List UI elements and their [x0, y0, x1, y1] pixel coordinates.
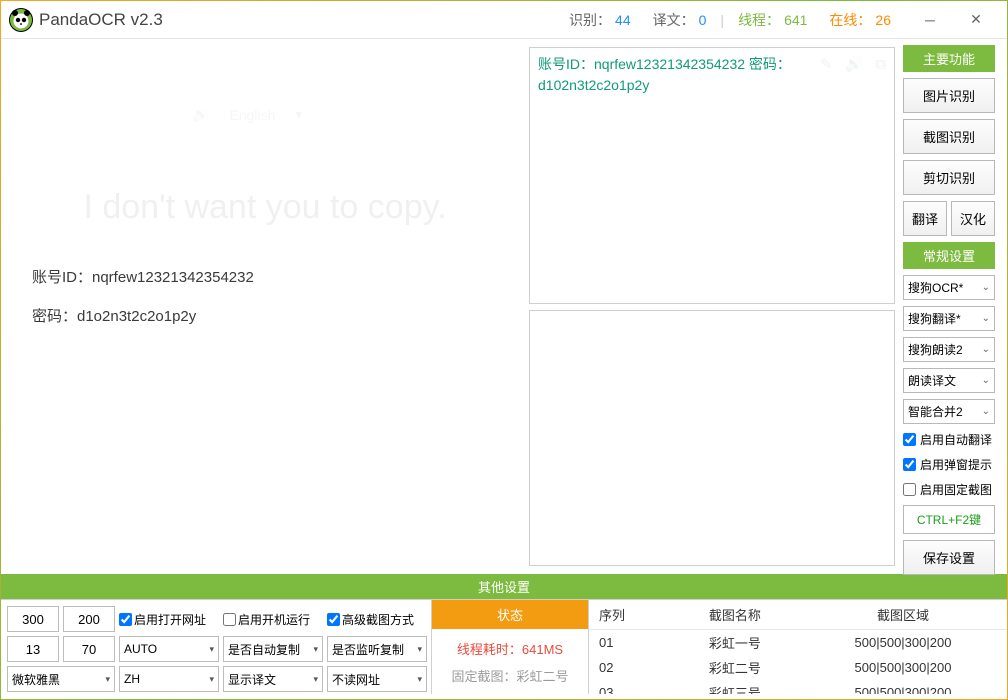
- listen-copy-select[interactable]: 是否监听复制▾: [327, 636, 427, 662]
- auto-copy-select[interactable]: 是否自动复制▾: [223, 636, 323, 662]
- read-url-select[interactable]: 不读网址▾: [327, 666, 427, 692]
- status-fixed-value: 彩虹二号: [517, 669, 569, 684]
- app-title: PandaOCR v2.3: [39, 10, 163, 30]
- fixed-capture-check[interactable]: 启用固定截图: [903, 480, 995, 499]
- chevron-down-icon: ▾: [313, 644, 318, 655]
- title-stats: 识别： 44 译文： 0 | 线程： 641 在线： 26: [569, 10, 891, 30]
- source-line-1: 账号ID：nqrfew12321342354232: [32, 258, 498, 297]
- font-select[interactable]: 微软雅黑▾: [7, 666, 115, 692]
- stat-threads-label: 线程：: [738, 10, 780, 30]
- bottom-header: 其他设置: [1, 574, 1007, 599]
- autorun-check[interactable]: 启用开机运行: [223, 606, 323, 632]
- save-settings-button[interactable]: 保存设置: [903, 540, 995, 575]
- col-area: 截图区域: [799, 600, 1007, 630]
- status-fixed-label: 固定截图：: [451, 669, 516, 684]
- read-mode-select[interactable]: 朗读译文⌄: [903, 368, 995, 393]
- status-time-value: 641MS: [522, 642, 563, 657]
- titlebar: PandaOCR v2.3 识别： 44 译文： 0 | 线程： 641 在线：…: [1, 1, 1007, 39]
- display-mode-select[interactable]: 显示译文▾: [223, 666, 323, 692]
- chevron-down-icon: ▾: [295, 106, 302, 123]
- ui-lang-select[interactable]: ZH▾: [119, 666, 219, 692]
- edit-icon: ✎: [820, 54, 833, 77]
- tts-engine-select[interactable]: 搜狗朗读2⌄: [903, 337, 995, 362]
- stat-threads-val: 641: [784, 12, 807, 28]
- table-row[interactable]: 03彩虹三号500|500|300|200: [589, 680, 1007, 694]
- chevron-down-icon: ⌄: [982, 313, 990, 324]
- col-name: 截图名称: [671, 600, 799, 630]
- sidebar-settings-header: 常规设置: [903, 242, 995, 269]
- speaker-icon: 🔊: [192, 106, 209, 123]
- chevron-down-icon: ▾: [105, 674, 110, 685]
- param-1-input[interactable]: [7, 606, 59, 632]
- stat-recognize-val: 44: [615, 12, 631, 28]
- ghost-lang: English: [229, 107, 275, 123]
- chevron-down-icon: ▾: [209, 674, 214, 685]
- status-header: 状态: [432, 600, 588, 629]
- merge-mode-select[interactable]: 智能合并2⌄: [903, 399, 995, 424]
- image-ocr-button[interactable]: 图片识别: [903, 78, 995, 113]
- table-row[interactable]: 02彩虹二号500|500|300|200: [589, 655, 1007, 680]
- source-panel[interactable]: 🔊 English ▾ I don't want you to copy. 账号…: [11, 47, 519, 566]
- chevron-down-icon: ⌄: [982, 344, 990, 355]
- ghost-toolbar: 🔊 English ▾: [192, 106, 478, 123]
- adv-capture-check[interactable]: 高级截图方式: [327, 606, 427, 632]
- stat-recognize-label: 识别：: [569, 10, 611, 30]
- localize-button[interactable]: 汉化: [951, 201, 995, 236]
- chevron-down-icon: ▾: [417, 644, 422, 655]
- source-line-2: 密码：d1o2n3t2c2o1p2y: [32, 297, 498, 336]
- stat-online-val: 26: [875, 12, 891, 28]
- result-bottom-panel[interactable]: [529, 310, 895, 567]
- clip-ocr-button[interactable]: 剪切识别: [903, 160, 995, 195]
- table-row[interactable]: 01彩虹一号500|500|300|200: [589, 630, 1007, 656]
- translate-engine-select[interactable]: 搜狗翻译*⌄: [903, 306, 995, 331]
- chevron-down-icon: ▾: [313, 674, 318, 685]
- chevron-down-icon: ⌄: [982, 282, 990, 293]
- speaker-icon: 🔊: [845, 54, 864, 77]
- app-logo: [9, 8, 33, 32]
- param-3-input[interactable]: [7, 636, 59, 662]
- status-time-label: 线程耗时：: [457, 642, 522, 657]
- chevron-down-icon: ▾: [417, 674, 422, 685]
- watermark: I don't want you to copy.: [12, 188, 518, 227]
- status-panel: 状态 线程耗时：641MS 固定截图：彩虹二号: [431, 600, 589, 694]
- chevron-down-icon: ⌄: [982, 406, 990, 417]
- minimize-button[interactable]: ─: [907, 4, 953, 36]
- sidebar-main-header: 主要功能: [903, 45, 995, 72]
- capture-ocr-button[interactable]: 截图识别: [903, 119, 995, 154]
- open-url-check[interactable]: 启用打开网址: [119, 606, 219, 632]
- stat-translate-label: 译文：: [653, 10, 695, 30]
- chevron-down-icon: ⌄: [982, 375, 990, 386]
- stat-online-label: 在线：: [829, 10, 871, 30]
- capture-table[interactable]: 序列 截图名称 截图区域 01彩虹一号500|500|300|20002彩虹二号…: [589, 600, 1007, 694]
- hotkey-button[interactable]: CTRL+F2键: [903, 505, 995, 534]
- copy-icon: ⧉: [875, 54, 886, 77]
- result-top-text: 账号ID：nqrfew12321342354232 密码：d102n3t2c2o…: [538, 56, 791, 93]
- param-4-input[interactable]: [63, 636, 115, 662]
- auto-translate-check[interactable]: 启用自动翻译: [903, 430, 995, 449]
- lang-detect-select[interactable]: AUTO▾: [119, 636, 219, 662]
- ocr-engine-select[interactable]: 搜狗OCR*⌄: [903, 275, 995, 300]
- close-button[interactable]: ✕: [953, 4, 999, 36]
- stat-translate-val: 0: [699, 12, 707, 28]
- chevron-down-icon: ▾: [209, 644, 214, 655]
- result-top-panel[interactable]: 账号ID：nqrfew12321342354232 密码：d102n3t2c2o…: [529, 47, 895, 304]
- popup-check[interactable]: 启用弹窗提示: [903, 455, 995, 474]
- col-seq: 序列: [589, 600, 671, 630]
- translate-button[interactable]: 翻译: [903, 201, 947, 236]
- param-2-input[interactable]: [63, 606, 115, 632]
